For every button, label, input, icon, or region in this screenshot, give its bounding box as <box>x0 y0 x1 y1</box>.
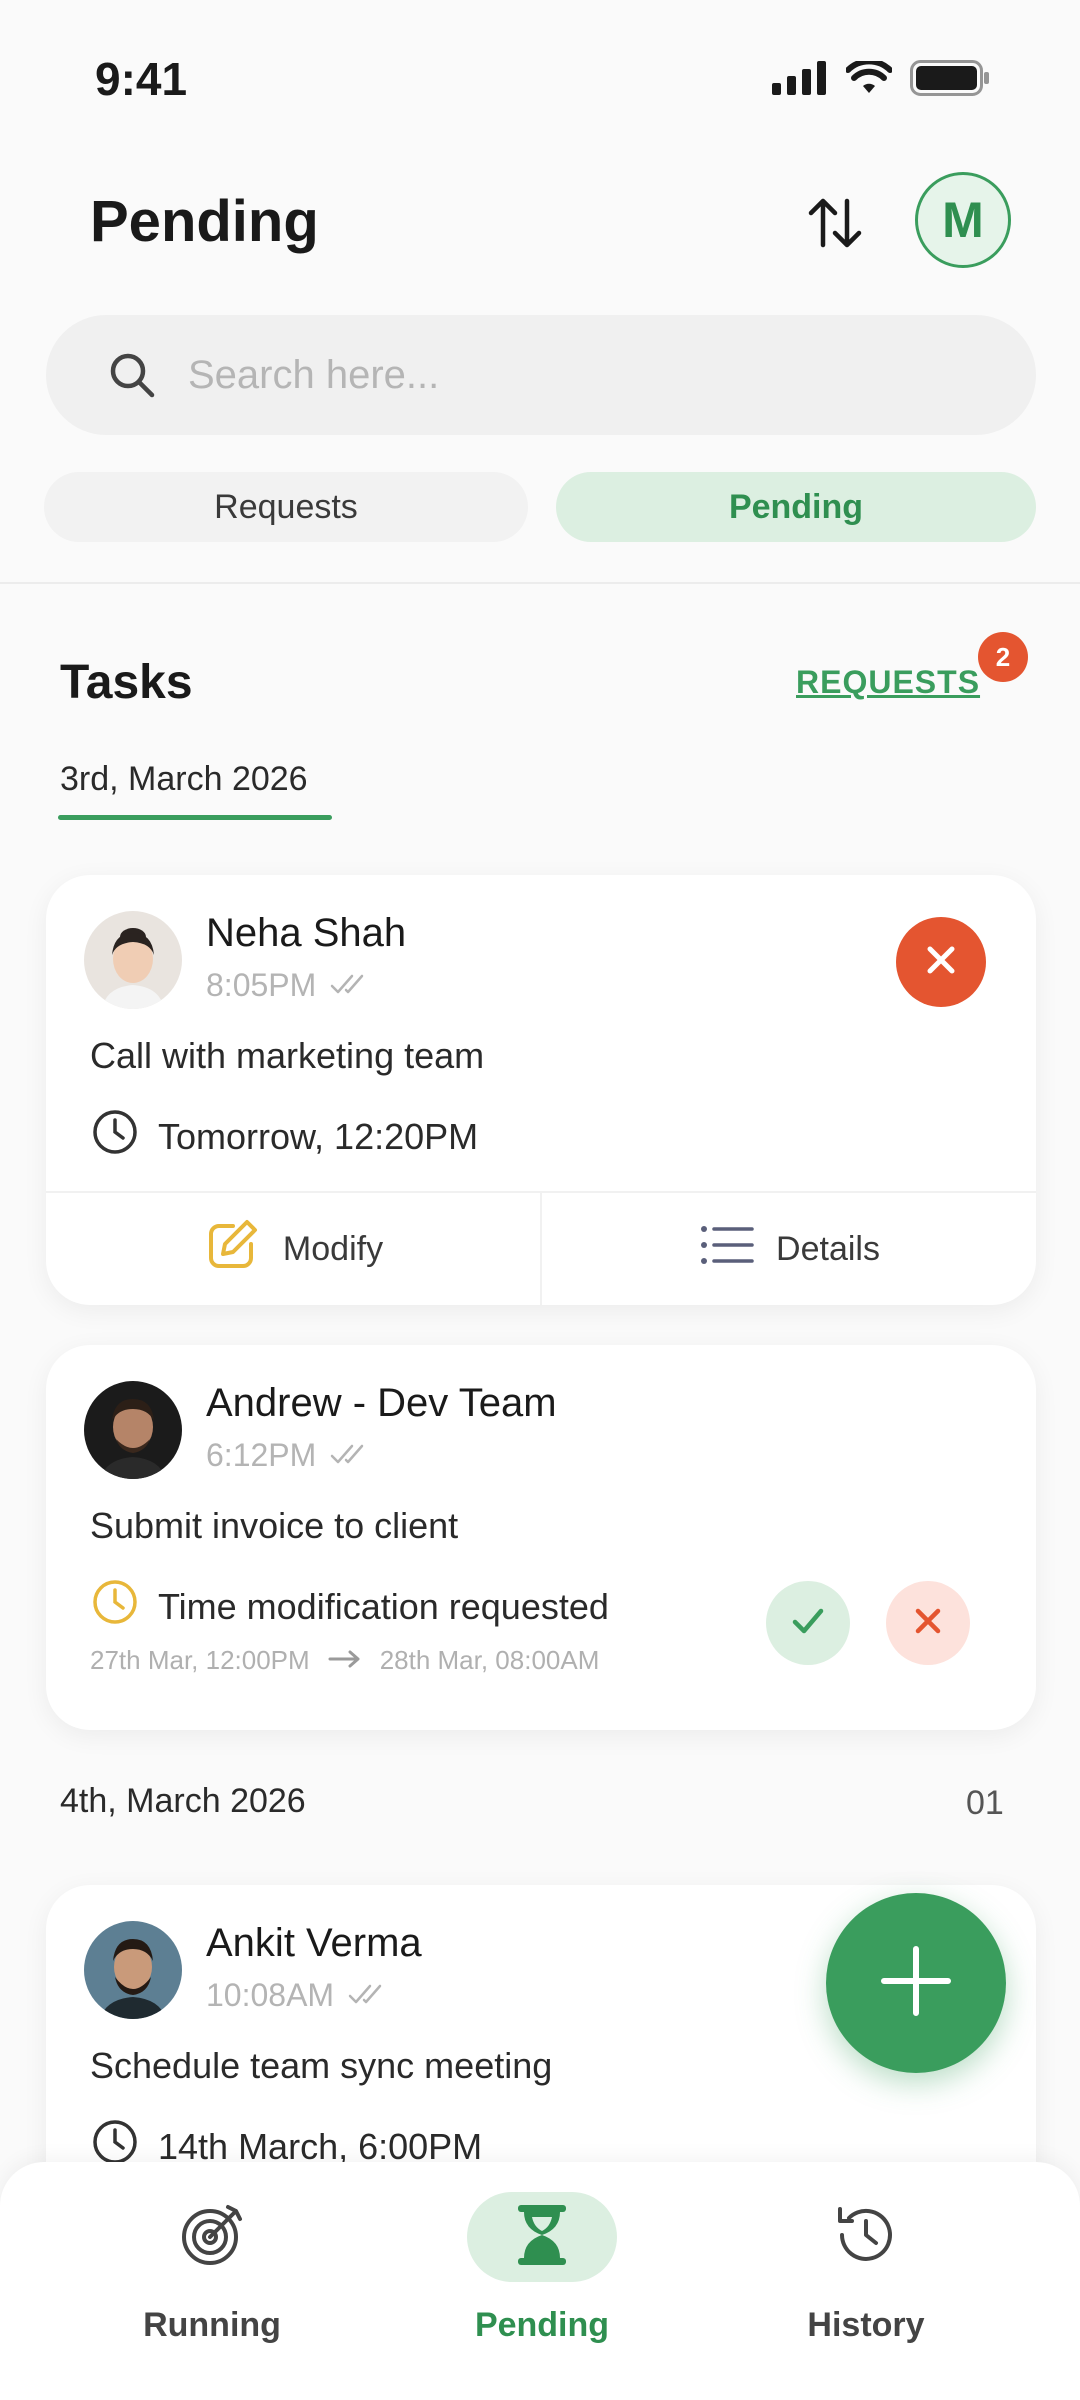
target-icon <box>178 2201 246 2274</box>
divider <box>0 582 1080 584</box>
double-check-icon <box>348 1977 388 2014</box>
check-icon <box>789 1602 827 1645</box>
time-change-route: 27th Mar, 12:00PM 28th Mar, 08:00AM <box>90 1645 599 1676</box>
cellular-signal-icon <box>772 61 828 100</box>
card-actions: Modify Details <box>46 1191 1036 1305</box>
profile-avatar[interactable]: M <box>915 172 1011 268</box>
task-sent-time: 8:05PM <box>206 967 370 1004</box>
task-owner-name: Andrew - Dev Team <box>206 1381 557 1425</box>
arrow-right-icon <box>328 1645 362 1676</box>
bottom-nav: Running Pending History <box>0 2162 1080 2400</box>
task-card[interactable]: Andrew - Dev Team 6:12PM Submit invoice … <box>46 1345 1036 1730</box>
requests-count-badge: 2 <box>978 632 1028 682</box>
task-sent-time: 10:08AM <box>206 1977 388 2014</box>
segment-requests[interactable]: Requests <box>44 472 528 542</box>
nav-running-label: Running <box>143 2306 281 2344</box>
segment-pending[interactable]: Pending <box>556 472 1036 542</box>
modify-button[interactable]: Modify <box>46 1193 540 1305</box>
hourglass-icon <box>512 2203 572 2272</box>
nav-pending-icon-wrap <box>467 2192 617 2282</box>
reject-button[interactable] <box>886 1581 970 1665</box>
task-sent-time-text: 8:05PM <box>206 967 317 1003</box>
nav-pending-label: Pending <box>474 2306 610 2344</box>
plus-icon <box>876 1941 956 2026</box>
add-task-button[interactable] <box>826 1893 1006 2073</box>
status-time: 9:41 <box>95 53 188 105</box>
task-sent-time-text: 6:12PM <box>206 1437 317 1473</box>
battery-icon <box>910 60 990 101</box>
tasks-title: Tasks <box>60 656 193 709</box>
avatar <box>84 1381 182 1479</box>
search-bar <box>46 315 1036 435</box>
route-from: 27th Mar, 12:00PM <box>90 1645 310 1675</box>
task-schedule: Tomorrow, 12:20PM <box>90 1107 478 1166</box>
double-check-icon <box>330 1437 370 1474</box>
status-bar: 9:41 <box>0 0 1080 150</box>
edit-icon <box>203 1216 261 1283</box>
task-owner-name: Ankit Verma <box>206 1921 422 1965</box>
cancel-task-button[interactable] <box>896 917 986 1007</box>
clock-icon <box>90 1107 140 1166</box>
app-screen: 9:41 Pending M Search here... Requests P… <box>0 0 1080 2400</box>
nav-history-label: History <box>807 2306 925 2344</box>
date-heading: 4th, March 2026 <box>60 1782 306 1820</box>
task-sent-time: 6:12PM <box>206 1437 370 1474</box>
task-owner-name: Neha Shah <box>206 911 407 955</box>
page-title: Pending <box>90 189 319 254</box>
wifi-icon <box>845 58 893 100</box>
date-underline <box>58 815 332 820</box>
close-icon <box>922 941 960 984</box>
header: Pending M <box>0 160 1080 280</box>
details-button[interactable]: Details <box>540 1193 1036 1305</box>
task-card[interactable]: Neha Shah 8:05PM Call with marketing tea… <box>46 875 1036 1305</box>
nav-history[interactable]: History <box>756 2192 976 2372</box>
status-icons <box>772 58 990 101</box>
task-description: Call with marketing team <box>90 1035 485 1076</box>
route-to: 28th Mar, 08:00AM <box>379 1645 600 1675</box>
date-heading: 3rd, March 2026 <box>60 760 308 798</box>
requests-link[interactable]: REQUESTS <box>796 664 980 701</box>
task-description: Submit invoice to client <box>90 1505 459 1546</box>
accept-button[interactable] <box>766 1581 850 1665</box>
group-count: 01 <box>966 1784 1004 1822</box>
avatar <box>84 1921 182 2019</box>
avatar <box>84 911 182 1009</box>
modify-label: Modify <box>282 1229 384 1268</box>
clock-icon <box>90 1577 140 1636</box>
task-modification-status: Time modification requested <box>90 1577 609 1636</box>
search-icon <box>104 347 160 403</box>
nav-running[interactable]: Running <box>102 2192 322 2372</box>
sort-arrows-icon <box>803 191 867 260</box>
double-check-icon <box>330 967 370 1004</box>
nav-pending[interactable]: Pending <box>432 2192 652 2372</box>
task-description: Schedule team sync meeting <box>90 2045 553 2086</box>
close-icon <box>911 1604 945 1643</box>
task-sent-time-text: 10:08AM <box>206 1977 335 2013</box>
nav-running-icon-wrap <box>137 2192 287 2282</box>
task-schedule-text: Tomorrow, 12:20PM <box>158 1115 479 1157</box>
list-icon <box>698 1221 754 1278</box>
sort-button[interactable] <box>800 190 870 260</box>
search-input[interactable] <box>188 352 948 398</box>
history-icon <box>832 2201 900 2274</box>
nav-history-icon-wrap <box>791 2192 941 2282</box>
details-label: Details <box>776 1229 880 1268</box>
task-modification-text: Time modification requested <box>158 1585 609 1627</box>
